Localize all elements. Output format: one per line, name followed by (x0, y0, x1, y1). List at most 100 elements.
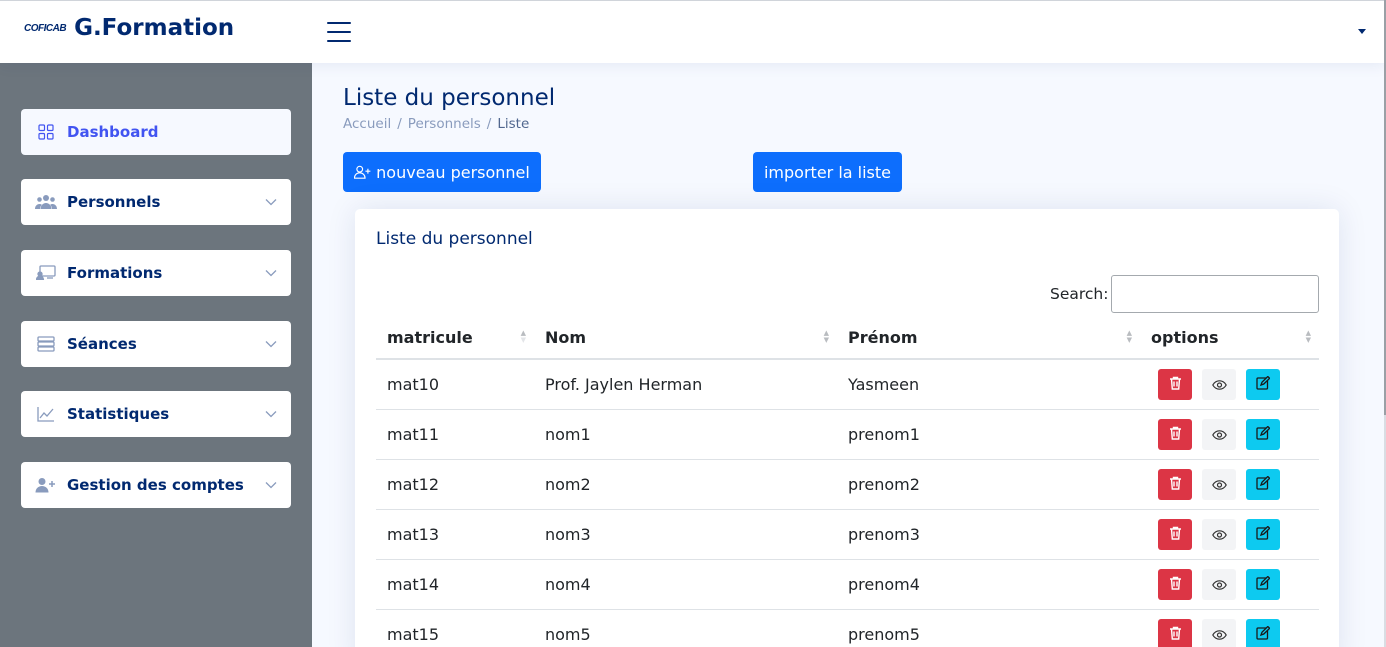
page-title: Liste du personnel (343, 85, 556, 111)
view-button[interactable] (1202, 468, 1236, 500)
column-header-nom[interactable]: Nom ▲ ▼ (534, 316, 837, 360)
people-icon (35, 193, 57, 211)
grid-icon (35, 123, 57, 141)
sidebar-item-label: Statistiques (67, 405, 170, 423)
breadcrumb-current: Liste (497, 116, 530, 132)
sidebar-item-formations[interactable]: Formations (21, 250, 291, 296)
main-content: Liste du personnel Accueil / Personnels / Li… (312, 63, 1384, 647)
trash-icon (1169, 575, 1182, 594)
cell-nom: nom1 (534, 409, 837, 460)
view-button[interactable] (1202, 568, 1236, 600)
sidebar-item-gestion-comptes[interactable]: Gestion des comptes (21, 462, 291, 508)
delete-button[interactable] (1158, 468, 1192, 500)
column-header-prenom[interactable]: Prénom ▲ ▼ (837, 316, 1140, 360)
edit-button[interactable] (1246, 568, 1280, 600)
chevron-down-icon (265, 199, 277, 206)
sidebar-item-seances[interactable]: Séances (21, 321, 291, 367)
chevron-down-icon (265, 482, 277, 489)
import-list-label: importer la liste (763, 162, 891, 182)
new-personnel-label: nouveau personnel (376, 162, 530, 182)
person-plus-icon (354, 165, 371, 179)
trash-icon (1169, 375, 1182, 394)
sort-icon: ▲ ▼ (823, 329, 829, 344)
chevron-down-icon (265, 341, 277, 348)
chevron-down-icon (265, 270, 277, 277)
sort-asc-icon: ▲ ▼ (520, 329, 526, 344)
cell-matricule: mat10 (376, 359, 534, 410)
delete-button[interactable] (1158, 368, 1192, 400)
table-row: mat10 Prof. Jaylen Herman Yasmeen (376, 359, 1319, 410)
edit-icon (1256, 475, 1271, 494)
search-input[interactable] (1111, 275, 1319, 313)
cell-matricule: mat15 (376, 609, 534, 647)
trash-icon (1169, 625, 1182, 644)
delete-button[interactable] (1158, 518, 1192, 550)
user-dropdown-caret-icon[interactable] (1358, 29, 1366, 34)
sidebar-item-label: Personnels (67, 193, 161, 211)
sidebar-item-dashboard[interactable]: Dashboard (21, 109, 291, 155)
cell-prenom: prenom3 (837, 509, 1140, 560)
cell-matricule: mat11 (376, 409, 534, 460)
cell-prenom: prenom5 (837, 609, 1140, 647)
sidebar-item-label: Gestion des comptes (67, 476, 244, 494)
cell-matricule: mat14 (376, 559, 534, 610)
cell-options (1140, 409, 1319, 460)
edit-icon (1256, 425, 1271, 444)
column-header-options[interactable]: options ▲ ▼ (1140, 316, 1319, 360)
view-button[interactable] (1202, 418, 1236, 450)
table-header-row: matricule ▲ ▼ Nom ▲ ▼ Prénom ▲ ▼ options ▲ ▼ (376, 316, 1319, 360)
view-button[interactable] (1202, 618, 1236, 647)
app-title: G.Formation (74, 15, 235, 41)
table-row: mat13 nom3 prenom3 (376, 509, 1319, 560)
cell-nom: nom3 (534, 509, 837, 560)
breadcrumb: Accueil / Personnels / Liste (343, 116, 530, 132)
cell-options (1140, 559, 1319, 610)
sidebar-item-label: Formations (67, 264, 163, 282)
edit-button[interactable] (1246, 368, 1280, 400)
sidebar-item-label: Dashboard (67, 123, 159, 141)
cell-prenom: prenom4 (837, 559, 1140, 610)
sort-icon: ▲ ▼ (1305, 329, 1311, 344)
personnel-card: Liste du personnel Search: matricule ▲ ▼ N… (355, 209, 1339, 647)
delete-button[interactable] (1158, 568, 1192, 600)
trash-icon (1169, 525, 1182, 544)
cell-matricule: mat12 (376, 459, 534, 510)
sort-icon: ▲ ▼ (1126, 329, 1132, 344)
edit-icon (1256, 525, 1271, 544)
breadcrumb-accueil[interactable]: Accueil (343, 116, 391, 132)
server-icon (35, 335, 57, 353)
view-button[interactable] (1202, 368, 1236, 400)
cell-nom: nom4 (534, 559, 837, 610)
coficab-logo-mark: COFICAB (24, 22, 67, 34)
delete-button[interactable] (1158, 418, 1192, 450)
cell-options (1140, 609, 1319, 647)
sidebar-item-statistiques[interactable]: Statistiques (21, 391, 291, 437)
cell-options (1140, 459, 1319, 510)
column-header-matricule[interactable]: matricule ▲ ▼ (376, 316, 534, 360)
logo[interactable]: COFICAB G.Formation (24, 15, 234, 41)
cell-prenom: Yasmeen (837, 359, 1140, 410)
eye-icon (1211, 475, 1227, 494)
edit-button[interactable] (1246, 518, 1280, 550)
trash-icon (1169, 475, 1182, 494)
cell-options (1140, 359, 1319, 410)
eye-icon (1211, 425, 1227, 444)
breadcrumb-personnels[interactable]: Personnels (408, 116, 481, 132)
toggle-sidebar-icon[interactable] (327, 22, 351, 42)
sidebar-item-personnels[interactable]: Personnels (21, 179, 291, 225)
eye-icon (1211, 575, 1227, 594)
top-header: COFICAB G.Formation (0, 0, 1386, 63)
new-personnel-button[interactable]: nouveau personnel (343, 152, 541, 192)
card-title: Liste du personnel (376, 229, 533, 249)
delete-button[interactable] (1158, 618, 1192, 647)
import-list-button[interactable]: importer la liste (753, 152, 902, 192)
eye-icon (1211, 375, 1227, 394)
edit-button[interactable] (1246, 618, 1280, 647)
edit-button[interactable] (1246, 468, 1280, 500)
edit-button[interactable] (1246, 418, 1280, 450)
chevron-down-icon (265, 411, 277, 418)
trash-icon (1169, 425, 1182, 444)
edit-icon (1256, 575, 1271, 594)
view-button[interactable] (1202, 518, 1236, 550)
chart-line-icon (35, 405, 57, 423)
